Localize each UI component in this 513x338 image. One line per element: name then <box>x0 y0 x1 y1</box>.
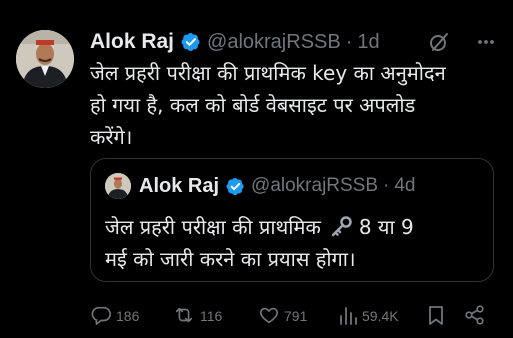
quoted-tweet[interactable]: Alok Raj @alokrajRSSB · 4d जेल प्रहरी पर… <box>90 158 494 282</box>
like-count: 791 <box>284 308 308 324</box>
quoted-text-part: जेल प्रहरी परीक्षा की प्राथमिक <box>105 215 321 239</box>
quoted-tweet-text: जेल प्रहरी परीक्षा की प्राथमिक 8 या 9 मई… <box>105 211 414 275</box>
bookmark-icon <box>426 304 450 329</box>
tweet-text: जेल प्रहरी परीक्षा की प्राथमिक key का अन… <box>90 57 502 153</box>
reply-icon <box>90 304 116 329</box>
retweet-button[interactable]: 116 <box>172 302 222 330</box>
like-button[interactable]: 791 <box>258 302 307 330</box>
quoted-timestamp: 4d <box>394 175 416 196</box>
action-bar: 186 116 791 59.4K <box>90 302 500 330</box>
retweet-count: 116 <box>200 308 223 324</box>
separator: · <box>345 30 353 53</box>
quoted-avatar <box>105 173 131 199</box>
quoted-text-part: 8 या 9 <box>358 215 414 239</box>
verified-badge-icon <box>181 32 201 52</box>
views-icon <box>338 304 362 329</box>
tweet-text-line: जेल प्रहरी परीक्षा की प्राथमिक key का अन… <box>90 61 446 85</box>
views-count: 59.4K <box>362 308 399 324</box>
quoted-author-name: Alok Raj <box>139 174 220 197</box>
verified-badge-icon <box>226 177 245 196</box>
share-button[interactable] <box>464 302 490 330</box>
more-icon[interactable] <box>476 32 496 56</box>
avatar[interactable] <box>16 30 74 88</box>
grok-icon[interactable] <box>428 31 450 57</box>
avatar-image <box>16 30 74 88</box>
author-handle[interactable]: @alokrajRSSB <box>207 31 341 54</box>
like-icon <box>258 304 284 329</box>
tweet-text-line: करेंगे। <box>90 125 133 149</box>
bookmark-button[interactable] <box>426 302 450 330</box>
quoted-author-handle: @alokrajRSSB <box>251 175 379 196</box>
views-button[interactable]: 59.4K <box>338 302 399 330</box>
quoted-text-line: मई को जारी करने का प्रयास होगा। <box>105 247 356 271</box>
reply-button[interactable]: 186 <box>90 302 139 330</box>
tweet-text-line: हो गया है, कल को बोर्ड वेबसाइट पर अपलोड <box>90 93 416 117</box>
author-name[interactable]: Alok Raj <box>90 30 174 54</box>
retweet-icon <box>172 304 200 329</box>
reply-count: 186 <box>116 308 140 324</box>
share-icon <box>464 304 490 329</box>
quoted-tweet-header: Alok Raj @alokrajRSSB · 4d <box>105 173 416 199</box>
key-emoji-icon <box>329 215 353 239</box>
separator: · <box>383 175 390 196</box>
quoted-text-line: जेल प्रहरी परीक्षा की प्राथमिक 8 या 9 <box>105 211 414 243</box>
timestamp[interactable]: 1d <box>357 31 379 54</box>
